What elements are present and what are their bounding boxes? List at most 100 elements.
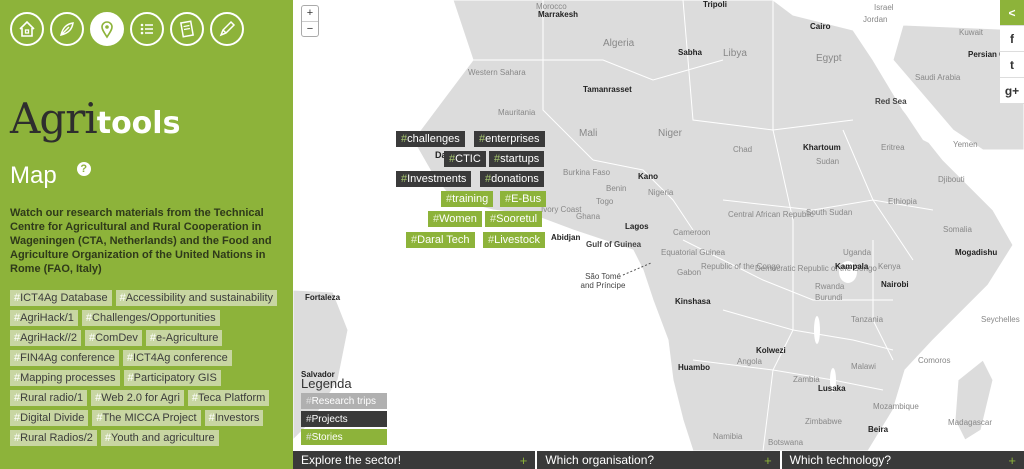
help-icon[interactable]: ? — [76, 162, 91, 176]
country-label: São Tomé and Príncipe — [580, 272, 626, 290]
map-tag[interactable]: #enterprises — [474, 131, 545, 147]
tag-chip[interactable]: #Youth and agriculture — [100, 430, 219, 446]
country-label: Tanzania — [851, 315, 884, 324]
brand-logo[interactable]: Agritools — [10, 98, 293, 140]
share-bar: < f t g+ — [1000, 0, 1024, 104]
country-label: Mauritania — [498, 108, 536, 117]
legend-research-trips[interactable]: #Research trips — [301, 393, 387, 409]
tag-chip[interactable]: #ICT4Ag Database — [10, 290, 112, 306]
list-icon[interactable] — [130, 12, 164, 46]
country-label: Saudi Arabia — [915, 73, 961, 82]
country-label: Algeria — [603, 38, 635, 49]
map-tag[interactable]: #training — [441, 191, 494, 207]
main-nav — [0, 0, 293, 46]
map-tag[interactable]: #Investments — [396, 171, 472, 187]
city-label: Tamanrasset — [583, 85, 632, 94]
tag-chip[interactable]: #Participatory GIS — [123, 370, 221, 386]
country-label: Namibia — [713, 432, 743, 441]
share-icon[interactable]: < — [1000, 0, 1024, 26]
city-label: Sabha — [678, 48, 703, 57]
country-label: Malawi — [851, 362, 876, 371]
tag-chip[interactable]: #e-Agriculture — [145, 330, 223, 346]
map-tag[interactable]: #CTIC — [444, 151, 486, 167]
tag-chip[interactable]: #Web 2.0 for Agri — [91, 390, 184, 406]
country-label: Ethiopia — [888, 197, 917, 206]
which-technology-button[interactable]: Which technology? + — [781, 451, 1024, 469]
map-tag[interactable]: #Livestock — [483, 232, 545, 248]
map-tag[interactable]: #donations — [480, 171, 544, 187]
zoom-out-button[interactable]: − — [302, 21, 318, 36]
map-tag[interactable]: #startups — [489, 151, 545, 167]
page-title-text: Map — [10, 162, 57, 189]
map-tag[interactable]: #Sooretul — [485, 211, 543, 227]
map-tag[interactable]: #challenges — [396, 131, 465, 147]
tag-chip[interactable]: #FIN4Ag conference — [10, 350, 119, 366]
tag-chip[interactable]: #Challenges/Opportunities — [81, 310, 220, 326]
map-view[interactable]: Morocco Algeria Libya Egypt Jordan Kuwai… — [293, 0, 1024, 451]
zoom-control: + − — [301, 5, 319, 37]
tag-chip[interactable]: #ComDev — [84, 330, 142, 346]
twitter-icon[interactable]: t — [1000, 52, 1024, 78]
city-label: Beira — [868, 425, 889, 434]
tag-chip[interactable]: #Digital Divide — [10, 410, 89, 426]
tag-chip[interactable]: #AgriHack/1 — [10, 310, 78, 326]
home-icon[interactable] — [10, 12, 44, 46]
google-plus-icon[interactable]: g+ — [1000, 78, 1024, 104]
country-label: Burundi — [815, 293, 843, 302]
city-label: Kampala — [835, 262, 869, 271]
city-label: Kano — [638, 172, 658, 181]
country-label: Zimbabwe — [805, 417, 842, 426]
map-tag[interactable]: #E-Bus — [500, 191, 547, 207]
city-label: Abidjan — [551, 233, 581, 242]
country-label: Djibouti — [938, 175, 965, 184]
city-label: Huambo — [678, 363, 710, 372]
city-label: Kinshasa — [675, 297, 711, 306]
which-organisation-button[interactable]: Which organisation? + — [537, 451, 780, 469]
city-label: Mogadishu — [955, 248, 998, 257]
facebook-icon[interactable]: f — [1000, 26, 1024, 52]
tag-chip[interactable]: #AgriHack//2 — [10, 330, 81, 346]
tag-chip[interactable]: #Investors — [204, 410, 264, 426]
country-label: Mali — [579, 128, 598, 139]
country-label: Equatorial Guinea — [661, 248, 726, 257]
leaf-icon[interactable] — [50, 12, 84, 46]
country-label: Zambia — [793, 375, 820, 384]
map-pin-icon[interactable] — [90, 12, 124, 46]
country-label: Uganda — [843, 248, 872, 257]
country-label: Angola — [737, 357, 762, 366]
country-label: Kuwait — [959, 28, 984, 37]
africa-basemap — [293, 0, 1024, 451]
tag-chip[interactable]: #Mapping processes — [10, 370, 120, 386]
tag-chip[interactable]: #The MICCA Project — [92, 410, 201, 426]
country-label: Jordan — [863, 15, 888, 24]
map-tag[interactable]: #Daral Tech — [406, 232, 475, 248]
country-label: Comoros — [918, 356, 951, 365]
city-label: Nairobi — [881, 280, 909, 289]
country-label: Benin — [606, 184, 627, 193]
water-label: Gulf of Guinea — [586, 240, 642, 249]
tag-chip[interactable]: #Accessibility and sustainability — [115, 290, 278, 306]
legend-projects[interactable]: #Projects — [301, 411, 387, 427]
city-label: Khartoum — [803, 143, 841, 152]
tag-chip[interactable]: #Teca Platform — [187, 390, 270, 406]
legend-stories[interactable]: #Stories — [301, 429, 387, 445]
tag-chip[interactable]: #ICT4Ag conference — [122, 350, 232, 366]
country-label: South Sudan — [806, 208, 853, 217]
legend: Legenda #Research trips #Projects #Stori… — [301, 376, 387, 447]
bottom-bar: Explore the sector! + Which organisation?… — [293, 451, 1024, 469]
city-label: Fortaleza — [305, 293, 341, 302]
intro-text: Watch our research materials from the Te… — [10, 207, 272, 275]
tag-chip[interactable]: #Rural Radios/2 — [10, 430, 97, 446]
tag-chip[interactable]: #Rural radio/1 — [10, 390, 88, 406]
explore-sector-button[interactable]: Explore the sector! + — [293, 451, 536, 469]
country-label: Egypt — [816, 53, 842, 64]
country-label: Botswana — [768, 438, 804, 447]
document-icon[interactable] — [170, 12, 204, 46]
pencil-icon[interactable] — [210, 12, 244, 46]
zoom-in-button[interactable]: + — [302, 6, 318, 21]
country-label: Rwanda — [815, 282, 845, 291]
country-label: Mozambique — [873, 402, 919, 411]
map-tag[interactable]: #Women — [428, 211, 482, 227]
water-label: Red Sea — [875, 97, 907, 106]
country-label: Somalia — [943, 225, 972, 234]
